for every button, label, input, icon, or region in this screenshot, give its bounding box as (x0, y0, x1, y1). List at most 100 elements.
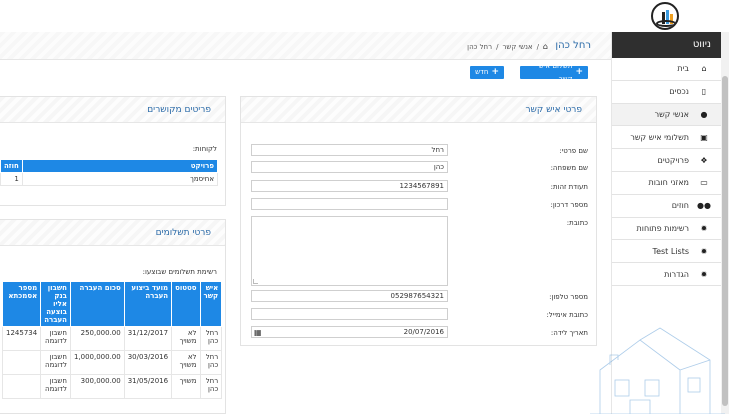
breadcrumb: ⌂ / אנשי קשר / רחל כהן (467, 42, 548, 51)
table-cell: חשבון לדוגמה (40, 326, 71, 351)
table-cell: 250,000.00 (69, 326, 125, 351)
money-icon: ▣ (700, 132, 708, 142)
sidebar-item-0[interactable]: ⌂ בית (612, 58, 721, 81)
related-table: פרויקט חוזה אחיסמך 1 (0, 159, 219, 186)
sidebar-nav: ⌂ בית ▯ נכסים ● אנשי קשר ▣ תשלומי איש קשר ❖ פרויק… (612, 58, 721, 286)
email-field[interactable] (251, 308, 448, 320)
gear-icon: ✹ (700, 246, 708, 256)
col-status: סטטוס (171, 281, 201, 327)
table-cell: משויך (171, 374, 201, 399)
sidebar-item-label: פרויקטים (657, 155, 689, 165)
col-reference: מספר אסמכתא (1, 281, 42, 327)
page-title: רחל כהן (555, 40, 591, 51)
sidebar-item-5[interactable]: ▭ מאזני חובות (612, 172, 721, 195)
table-cell (1, 350, 42, 375)
col-contact: איש קשר (199, 281, 223, 327)
sidebar-item-1[interactable]: ▯ נכסים (612, 81, 721, 104)
home-icon[interactable]: ⌂ (543, 42, 548, 51)
first-name-field[interactable]: רחל (251, 144, 448, 156)
resize-handle[interactable] (253, 279, 258, 284)
page-title-bar: רחל כהן ⌂ / אנשי קשר / רחל כהן (0, 32, 611, 60)
contact-details-panel: פרטי איש קשר שם פרטי: רחל שם משפחה: כהן … (240, 96, 597, 346)
sidebar-item-8[interactable]: ✹ Test Lists (612, 240, 721, 264)
table-cell: רחל כהן (199, 326, 223, 351)
last-name-label: שם משפחה: (550, 164, 588, 172)
sidebar-item-label: חוזים (671, 201, 689, 211)
first-name-label: שם פרטי: (559, 147, 588, 155)
table-cell: לא משויך (171, 350, 201, 375)
table-cell: 300,000.00 (69, 374, 125, 399)
table-header-row: איש קשר סטטוס מועד ביצוע העברה סכום העבר… (1, 281, 223, 327)
sidebar-item-label: הגדרות (664, 269, 689, 279)
phone-field[interactable]: 052987654321 (251, 290, 448, 302)
table-cell: חשבון לדוגמה (40, 374, 71, 399)
sidebar-item-label: מאזני חובות (648, 178, 689, 188)
table-row[interactable]: רחל כהן לא משויך 30/03/2016 1,000,000.00 חשב… (1, 350, 223, 375)
card-icon: ▭ (700, 178, 708, 188)
table-row[interactable]: אחיסמך 1 (0, 172, 219, 186)
plus-icon: + (491, 67, 499, 77)
related-items-panel: פריטים מקושרים לקוחות: פרויקט חוזה אחיסמ… (0, 96, 226, 206)
birthdate-field[interactable]: 20/07/2016 ▦ (251, 326, 448, 338)
table-cell: רחל כהן (199, 374, 223, 399)
calendar-icon[interactable]: ▦ (254, 328, 262, 338)
sidebar-item-9[interactable]: ✹ הגדרות (612, 263, 721, 286)
sidebar-item-3[interactable]: ▣ תשלומי איש קשר (612, 126, 721, 150)
related-items-title: פריטים מקושרים (0, 97, 225, 123)
col-bank: חשבון בנק אליו בוצעה העברה (40, 281, 71, 327)
sidebar-item-6[interactable]: ●● חוזים (612, 195, 721, 218)
table-row[interactable]: רחל כהן משויך 31/05/2016 300,000.00 חשבון לד… (1, 374, 223, 399)
sidebar-item-4[interactable]: ❖ פרויקטים (612, 149, 721, 172)
table-cell (1, 374, 42, 399)
id-number-label: תעודת זהות: (550, 183, 588, 191)
payments-table: איש קשר סטטוס מועד ביצוע העברה סכום העבר… (1, 281, 223, 399)
address-textarea[interactable] (251, 216, 448, 286)
top-header (0, 0, 729, 32)
gear-icon: ✹ (700, 223, 708, 233)
passport-field[interactable] (251, 198, 448, 210)
id-number-field[interactable]: 1234567891 (251, 180, 448, 192)
col-amount: סכום העברה (69, 281, 125, 327)
breadcrumb-current: רחל כהן (467, 42, 493, 51)
plus-icon: + (575, 67, 583, 77)
table-cell: חשבון לדוגמה (40, 350, 71, 375)
table-cell: 1245734 (1, 326, 42, 351)
house-illustration (590, 327, 725, 414)
cubes-icon: ❖ (700, 155, 708, 165)
payments-list-label: רשימת תשלומים שבוצעו: (142, 268, 217, 276)
table-cell: 31/05/2016 (123, 374, 173, 399)
sidebar-header: ניווט (612, 32, 721, 58)
table-row[interactable]: רחל כהן לא משויך 31/12/2017 250,000.00 חשבון… (1, 326, 223, 351)
col-date: מועד ביצוע העברה (123, 281, 173, 327)
sidebar-item-label: Test Lists (652, 246, 689, 256)
birthdate-label: תאריך לידה: (550, 329, 588, 337)
table-cell: לא משויך (171, 326, 201, 351)
table-cell: 31/12/2017 (123, 326, 173, 351)
clients-label: לקוחות: (192, 145, 217, 153)
sidebar-item-label: תשלומי איש קשר (630, 132, 689, 142)
col-contract: חוזה (0, 159, 23, 173)
gear-icon: ✹ (700, 269, 708, 279)
sidebar-item-7[interactable]: ✹ רשימות פתוחות (612, 218, 721, 241)
contact-details-title: פרטי איש קשר (241, 97, 596, 123)
payments-panel: פרטי תשלומים רשימת תשלומים שבוצעו: איש ק… (0, 219, 226, 414)
table-cell: 30/03/2016 (123, 350, 173, 375)
new-button[interactable]: + חדש (470, 66, 504, 79)
table-header-row: פרויקט חוזה (0, 159, 219, 173)
add-contact-payment-button[interactable]: + תשלום איש קשר (520, 62, 588, 83)
sidebar-item-label: רשימות פתוחות (636, 223, 689, 233)
home-icon: ⌂ (701, 64, 707, 74)
payments-title: פרטי תשלומים (0, 220, 225, 246)
phone-label: מספר טלפון: (549, 293, 588, 301)
address-label: כתובת: (566, 219, 588, 227)
last-name-field[interactable]: כהן (251, 161, 448, 173)
app-logo[interactable] (651, 2, 679, 30)
table-cell: רחל כהן (199, 350, 223, 375)
sidebar-item-2[interactable]: ● אנשי קשר (612, 103, 721, 127)
email-label: כתובת אימייל: (546, 311, 588, 319)
mobile-icon: ▯ (701, 87, 707, 97)
sidebar-item-label: בית (677, 64, 689, 74)
breadcrumb-contacts[interactable]: אנשי קשר (502, 43, 532, 51)
sidebar-item-label: אנשי קשר (654, 109, 689, 119)
birthdate-value: 20/07/2016 (403, 328, 444, 336)
